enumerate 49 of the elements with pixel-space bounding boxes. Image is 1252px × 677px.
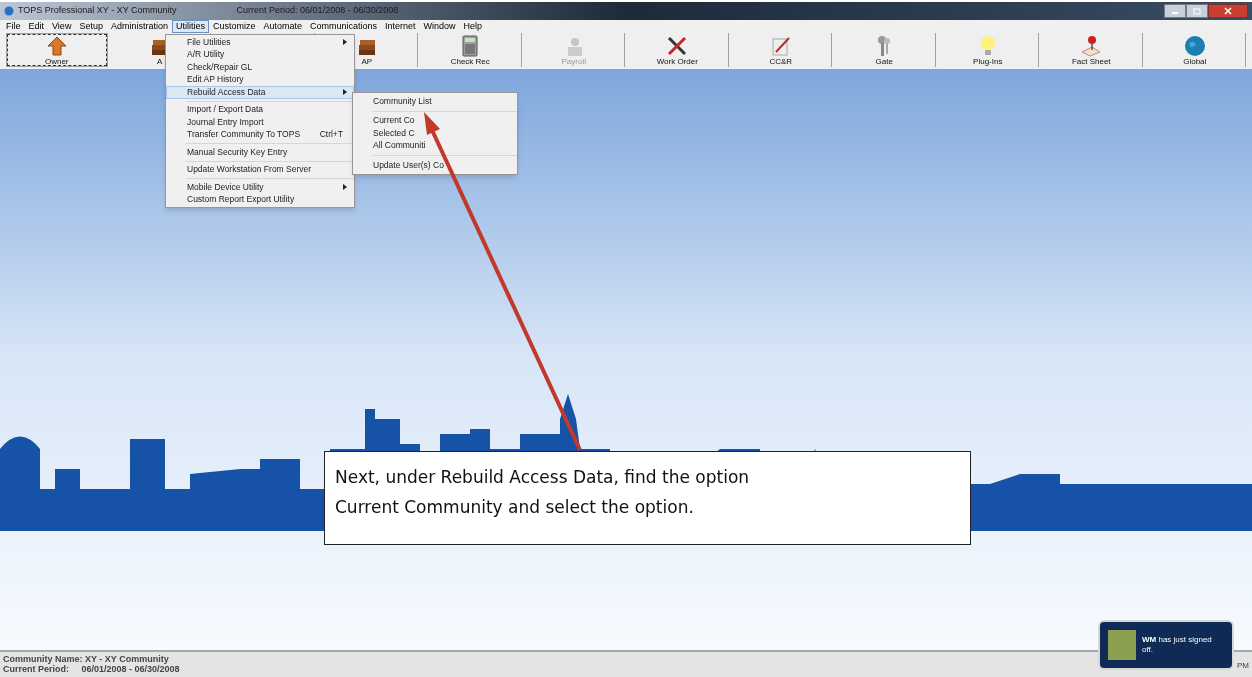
menu-item[interactable]: Communications xyxy=(306,20,382,33)
menu-item[interactable]: View xyxy=(48,20,76,33)
submenu-entry[interactable]: Community List xyxy=(353,95,517,108)
submenu-arrow-icon xyxy=(343,184,347,191)
house-arrow-icon xyxy=(45,34,68,57)
shortcut-text: Ctrl+T xyxy=(319,128,344,142)
status-text: Current Period: 06/01/2008 - 06/30/2008 xyxy=(3,664,180,674)
submenu-entry[interactable]: Update User(s) Co xyxy=(353,159,517,172)
menu-item[interactable]: Setup xyxy=(75,20,107,33)
app-logo-icon xyxy=(4,6,14,16)
submenu-entry[interactable]: Selected C xyxy=(353,127,517,140)
menu-entry[interactable]: Update Workstation From Server xyxy=(166,163,354,176)
submenu-entry[interactable]: All Communiti xyxy=(353,139,517,152)
hammer-wrench-icon xyxy=(666,34,689,57)
menu-item[interactable]: Internet xyxy=(381,20,420,33)
clock-text: PM xyxy=(1237,660,1249,672)
menu-item[interactable]: Customize xyxy=(208,20,260,33)
menu-item[interactable]: Utilities xyxy=(171,20,209,33)
menu-entry[interactable]: Transfer Community To TOPS Ctrl+T xyxy=(166,128,354,141)
menu-item[interactable]: File xyxy=(2,20,25,33)
restore-icon xyxy=(1193,7,1201,15)
submenu-arrow-icon xyxy=(343,89,347,96)
globe-icon xyxy=(1183,34,1206,57)
submenu-entry[interactable]: Current Co xyxy=(353,114,517,127)
menu-item[interactable]: Automate xyxy=(259,20,306,33)
toolbar-button[interactable]: Owner xyxy=(6,33,108,67)
menu-item[interactable]: Help xyxy=(459,20,487,33)
callout-text: Next, under Rebuild Access Data, find the option Current Community and select the option. xyxy=(335,466,751,519)
close-button[interactable] xyxy=(1208,4,1248,18)
period-title: Current Period: 06/01/2008 - 06/30/2008 xyxy=(236,4,399,18)
minimize-button[interactable] xyxy=(1164,4,1186,18)
maximize-button[interactable] xyxy=(1186,4,1208,18)
menu-item[interactable]: Window xyxy=(419,20,460,33)
menu-item[interactable]: Edit xyxy=(24,20,49,33)
status-text: Community Name: XY - XY Community xyxy=(3,654,170,664)
menu-item[interactable]: Administration xyxy=(106,20,172,33)
menu-entry[interactable]: Mobile Device Utility xyxy=(166,181,354,194)
menu-entry[interactable]: Custom Report Export Utility xyxy=(166,193,354,206)
avatar-photo-placeholder xyxy=(1108,630,1136,660)
pushpin-paper-icon xyxy=(1080,34,1103,57)
submenu-arrow-icon xyxy=(343,39,347,46)
menu-entry[interactable]: Rebuild Access Data xyxy=(166,86,354,99)
window-title: TOPS Professional XY - XY Community xyxy=(4,4,177,18)
menu-entry[interactable]: Journal Entry Import xyxy=(166,116,354,129)
menu-entry[interactable]: Edit AP History xyxy=(166,73,354,86)
close-icon xyxy=(1224,7,1232,15)
menu-entry[interactable]: Import / Export Data xyxy=(166,103,354,116)
notification-text: WM has just signed off. xyxy=(1142,635,1213,655)
menu-entry[interactable]: Manual Security Key Entry xyxy=(166,146,354,159)
